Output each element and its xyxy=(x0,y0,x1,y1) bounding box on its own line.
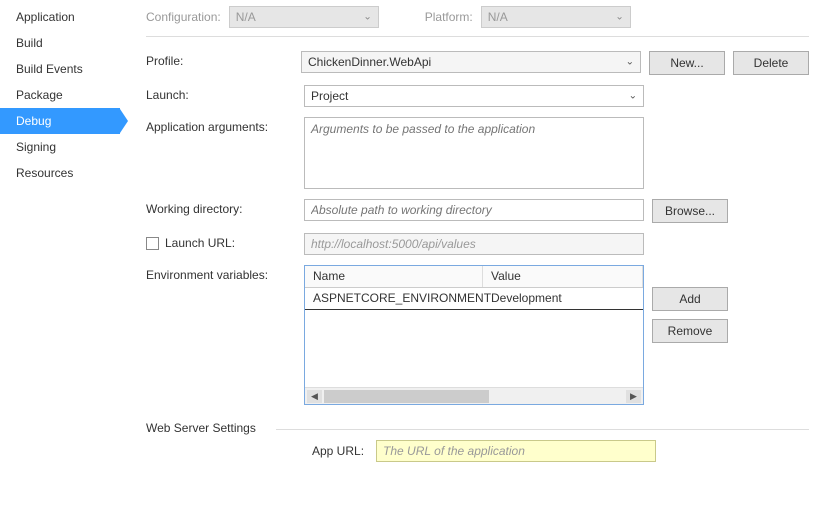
env-variables-grid[interactable]: Name Value ASPNETCORE_ENVIRONMENT Develo… xyxy=(304,265,644,405)
env-grid-empty xyxy=(305,310,643,387)
app-url-label: App URL: xyxy=(312,444,364,458)
sidebar-item-label: Resources xyxy=(16,166,73,180)
config-platform-bar: Configuration: N/A ⌄ Platform: N/A ⌄ xyxy=(146,6,809,36)
browse-button[interactable]: Browse... xyxy=(652,199,728,223)
sidebar: Application Build Build Events Package D… xyxy=(0,0,120,515)
env-value-header[interactable]: Value xyxy=(483,266,643,287)
launch-value: Project xyxy=(311,89,348,103)
divider xyxy=(276,429,809,430)
env-name-header[interactable]: Name xyxy=(305,266,483,287)
horizontal-scrollbar[interactable]: ◀ ▶ xyxy=(305,387,643,404)
chevron-down-icon: ⌄ xyxy=(615,12,623,23)
args-textarea[interactable] xyxy=(304,117,644,189)
sidebar-item-label: Debug xyxy=(16,114,51,128)
main-panel: Configuration: N/A ⌄ Platform: N/A ⌄ Pro… xyxy=(120,0,819,515)
scroll-thumb[interactable] xyxy=(324,390,624,403)
sidebar-item-application[interactable]: Application xyxy=(0,4,120,30)
sidebar-item-signing[interactable]: Signing xyxy=(0,134,120,160)
button-label: Browse... xyxy=(665,204,715,218)
configuration-value: N/A xyxy=(236,10,256,24)
profile-label: Profile: xyxy=(146,51,291,68)
platform-value: N/A xyxy=(488,10,508,24)
args-label: Application arguments: xyxy=(146,117,294,134)
workdir-input[interactable] xyxy=(304,199,644,221)
button-label: Delete xyxy=(754,56,789,70)
chevron-down-icon: ⌄ xyxy=(629,91,637,102)
sidebar-item-build-events[interactable]: Build Events xyxy=(0,56,120,82)
web-server-section-title: Web Server Settings xyxy=(146,421,256,435)
delete-profile-button[interactable]: Delete xyxy=(733,51,809,75)
sidebar-item-label: Package xyxy=(16,88,63,102)
env-value-cell: Development xyxy=(483,288,643,309)
profile-value: ChickenDinner.WebApi xyxy=(308,55,431,69)
remove-env-button[interactable]: Remove xyxy=(652,319,728,343)
env-row[interactable]: ASPNETCORE_ENVIRONMENT Development xyxy=(305,288,643,310)
env-label: Environment variables: xyxy=(146,265,294,282)
app-url-placeholder: The URL of the application xyxy=(383,444,525,458)
configuration-label: Configuration: xyxy=(146,10,221,24)
configuration-select: N/A ⌄ xyxy=(229,6,379,28)
launch-url-checkbox[interactable] xyxy=(146,237,159,250)
env-name-cell: ASPNETCORE_ENVIRONMENT xyxy=(305,288,483,309)
chevron-down-icon: ⌄ xyxy=(626,57,634,68)
sidebar-item-package[interactable]: Package xyxy=(0,82,120,108)
new-profile-button[interactable]: New... xyxy=(649,51,725,75)
platform-select: N/A ⌄ xyxy=(481,6,631,28)
sidebar-item-debug[interactable]: Debug xyxy=(0,108,120,134)
sidebar-item-label: Signing xyxy=(16,140,56,154)
env-grid-header: Name Value xyxy=(305,266,643,288)
sidebar-item-label: Build Events xyxy=(16,62,83,76)
app-url-input[interactable]: The URL of the application xyxy=(376,440,656,462)
divider xyxy=(146,36,809,37)
scroll-left-icon[interactable]: ◀ xyxy=(307,390,322,403)
sidebar-item-label: Application xyxy=(16,10,75,24)
button-label: New... xyxy=(670,56,703,70)
sidebar-item-build[interactable]: Build xyxy=(0,30,120,56)
workdir-label: Working directory: xyxy=(146,199,294,216)
add-env-button[interactable]: Add xyxy=(652,287,728,311)
button-label: Remove xyxy=(668,324,713,338)
launch-url-input xyxy=(304,233,644,255)
sidebar-item-label: Build xyxy=(16,36,43,50)
launch-select[interactable]: Project ⌄ xyxy=(304,85,644,107)
platform-label: Platform: xyxy=(425,10,473,24)
launch-label: Launch: xyxy=(146,85,294,102)
button-label: Add xyxy=(679,292,700,306)
chevron-down-icon: ⌄ xyxy=(363,12,371,23)
profile-select[interactable]: ChickenDinner.WebApi ⌄ xyxy=(301,51,641,73)
launch-url-label: Launch URL: xyxy=(165,236,235,250)
scroll-right-icon[interactable]: ▶ xyxy=(626,390,641,403)
sidebar-item-resources[interactable]: Resources xyxy=(0,160,120,186)
